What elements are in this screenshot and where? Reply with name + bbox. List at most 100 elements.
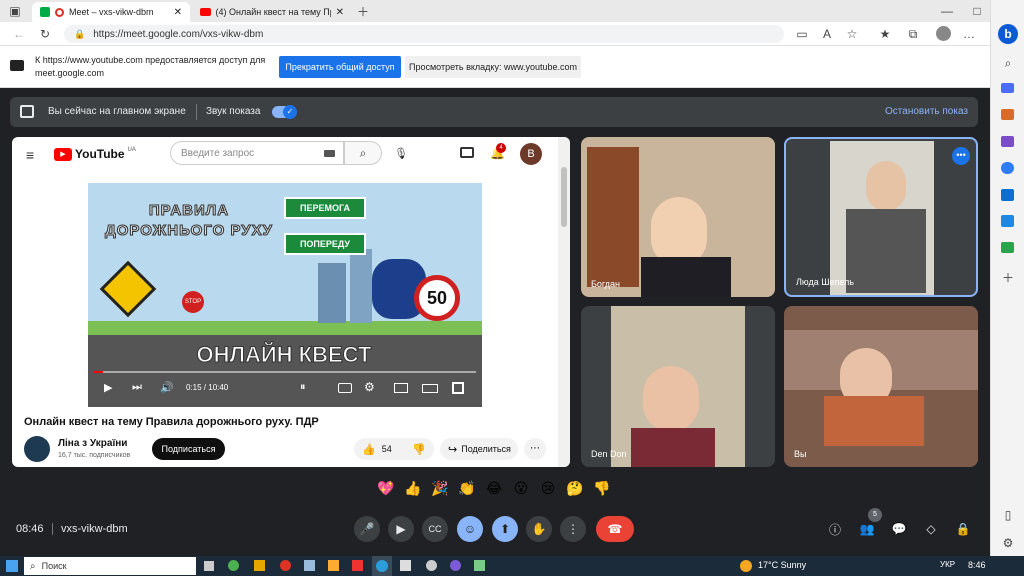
games-icon[interactable] <box>1001 136 1014 147</box>
fullscreen-icon[interactable] <box>452 382 464 394</box>
collections-icon[interactable]: ⧉ <box>906 27 920 41</box>
url-field[interactable]: 🔒 https://meet.google.com/vxs-vikw-dbm <box>64 25 784 43</box>
settings-gear-icon[interactable]: ⚙ <box>364 380 375 394</box>
scrollbar[interactable] <box>558 137 570 467</box>
more-options-button[interactable]: ⋮ <box>560 516 586 542</box>
app-icon[interactable] <box>400 560 411 571</box>
raise-hand-button[interactable]: ✋ <box>526 516 552 542</box>
search-icon[interactable]: ⌕ <box>1001 56 1015 70</box>
host-controls-icon[interactable]: 🔒 <box>956 522 971 536</box>
reaction-thumbs-down-icon[interactable]: 👎 <box>592 478 612 498</box>
task-view-icon[interactable] <box>204 561 214 571</box>
scrollbar-thumb[interactable] <box>561 167 567 227</box>
sound-toggle[interactable]: ✓ <box>272 105 297 119</box>
participant-tile[interactable]: Богдан <box>581 137 775 297</box>
reaction-clap-icon[interactable]: 👏 <box>457 478 477 498</box>
chat-icon[interactable]: 💬 <box>892 522 907 536</box>
end-call-button[interactable]: ☎ <box>596 516 634 542</box>
reaction-thinking-icon[interactable]: 🤔 <box>565 478 585 498</box>
add-icon[interactable]: ＋ <box>1001 270 1015 285</box>
app-icon[interactable] <box>352 560 363 571</box>
close-tab-icon[interactable]: ✕ <box>336 7 344 18</box>
volume-icon[interactable]: 🔊 <box>160 381 174 394</box>
close-tab-icon[interactable]: ✕ <box>174 7 182 18</box>
more-actions-icon[interactable]: ⋯ <box>524 438 546 460</box>
weather-text[interactable]: 17°C Sunny <box>758 560 806 570</box>
more-icon[interactable]: … <box>962 27 976 41</box>
favorite-icon[interactable]: ☆ <box>845 27 859 41</box>
minimize-icon[interactable]: — <box>940 4 954 18</box>
app-icon[interactable] <box>304 560 315 571</box>
participant-tile-self[interactable]: Вы <box>784 306 978 467</box>
telegram-icon[interactable] <box>1001 215 1014 227</box>
channel-avatar[interactable] <box>24 436 50 462</box>
explorer-icon[interactable] <box>254 560 265 571</box>
keyboard-icon[interactable] <box>324 150 335 157</box>
maximize-icon[interactable]: □ <box>970 4 984 18</box>
profile-avatar[interactable] <box>936 26 951 41</box>
video-title[interactable]: Онлайн квест на тему Правила дорожнього … <box>24 416 319 428</box>
windows-start-icon[interactable] <box>6 560 18 572</box>
tab-youtube[interactable]: (4) Онлайн квест на тему Правил ✕ <box>192 2 352 22</box>
account-avatar[interactable]: В <box>520 143 542 165</box>
reaction-heart-icon[interactable]: 💖 <box>376 478 396 498</box>
play-icon[interactable]: ▶ <box>104 381 112 394</box>
reaction-sad-icon[interactable]: 😢 <box>538 478 558 498</box>
youtube-logo[interactable]: ▶ YouTube UA <box>54 147 136 161</box>
mic-button[interactable]: 🎤 <box>354 516 380 542</box>
favorites-icon[interactable]: ★ <box>878 27 892 41</box>
clock[interactable]: 8:46 <box>968 560 986 570</box>
language-indicator[interactable]: УКР <box>940 560 955 569</box>
window-menu-icon[interactable]: ▣ <box>8 4 22 18</box>
outlook-icon[interactable] <box>1001 189 1014 201</box>
video-player[interactable]: ПРАВИЛА ДОРОЖНЬОГО РУХУ ПЕРЕМОГА ПОПЕРЕД… <box>88 183 482 407</box>
settings-icon[interactable]: ⚙ <box>1001 536 1015 550</box>
stop-sharing-button[interactable]: Прекратить общий доступ <box>279 56 401 78</box>
app-icon[interactable] <box>328 560 339 571</box>
app-icon[interactable] <box>474 560 485 571</box>
tile-options-icon[interactable]: ••• <box>952 147 970 165</box>
split-icon[interactable]: ▯ <box>1001 508 1015 522</box>
view-tab-button[interactable]: Просмотреть вкладку: www.youtube.com <box>405 56 581 78</box>
emoji-button[interactable]: ☺ <box>457 516 483 542</box>
read-aloud-icon[interactable]: A <box>820 27 834 41</box>
present-button[interactable]: ⬆ <box>492 516 518 542</box>
next-icon[interactable]: ⏭ <box>132 381 142 394</box>
tools-icon[interactable] <box>1001 109 1014 120</box>
reaction-laugh-icon[interactable]: 😂 <box>484 478 504 498</box>
pause-icon[interactable]: ⏸ <box>300 381 306 394</box>
new-tab-icon[interactable]: ＋ <box>356 4 370 19</box>
people-icon[interactable]: 👥 <box>860 522 875 536</box>
reaction-party-icon[interactable]: 🎉 <box>430 478 450 498</box>
back-icon[interactable]: ← <box>12 27 26 41</box>
tree-icon[interactable] <box>1001 242 1014 253</box>
miniplayer-icon[interactable] <box>394 383 408 393</box>
participant-tile[interactable]: Den Don <box>581 306 775 467</box>
taskbar-search[interactable]: ⌕ Поиск <box>24 557 196 575</box>
participant-tile-active[interactable]: ••• Люда Шепель <box>784 137 978 297</box>
app-icon[interactable] <box>426 560 437 571</box>
opera-icon[interactable] <box>280 560 291 571</box>
office-icon[interactable] <box>1001 162 1014 174</box>
like-icon[interactable]: 👍 <box>362 443 376 456</box>
chrome-icon[interactable] <box>228 560 239 571</box>
reaction-thumbs-up-icon[interactable]: 👍 <box>403 478 423 498</box>
search-button[interactable]: ⌕ <box>344 141 382 165</box>
activities-icon[interactable]: ◇ <box>924 522 938 536</box>
menu-icon[interactable]: ≡ <box>26 147 34 163</box>
share-button[interactable]: ↪ Поделиться <box>440 438 518 460</box>
create-icon[interactable] <box>460 147 474 158</box>
dislike-icon[interactable]: 👎 <box>412 443 426 456</box>
reaction-surprised-icon[interactable]: 😮 <box>511 478 531 498</box>
camera-icon[interactable]: ▭ <box>795 27 809 41</box>
mic-icon[interactable]: 🎙 <box>394 147 408 160</box>
theater-icon[interactable] <box>422 384 438 393</box>
shopping-icon[interactable] <box>1001 83 1014 93</box>
subscribe-button[interactable]: Подписаться <box>152 438 225 460</box>
viber-icon[interactable] <box>450 560 461 571</box>
progress-bar[interactable] <box>94 371 476 373</box>
captions-button[interactable]: CC <box>422 516 448 542</box>
stop-presenting-button[interactable]: Остановить показ <box>885 106 968 117</box>
tab-meet[interactable]: Meet – vxs-vikw-dbm ✕ <box>32 2 190 22</box>
info-icon[interactable]: ⓘ <box>828 522 842 537</box>
